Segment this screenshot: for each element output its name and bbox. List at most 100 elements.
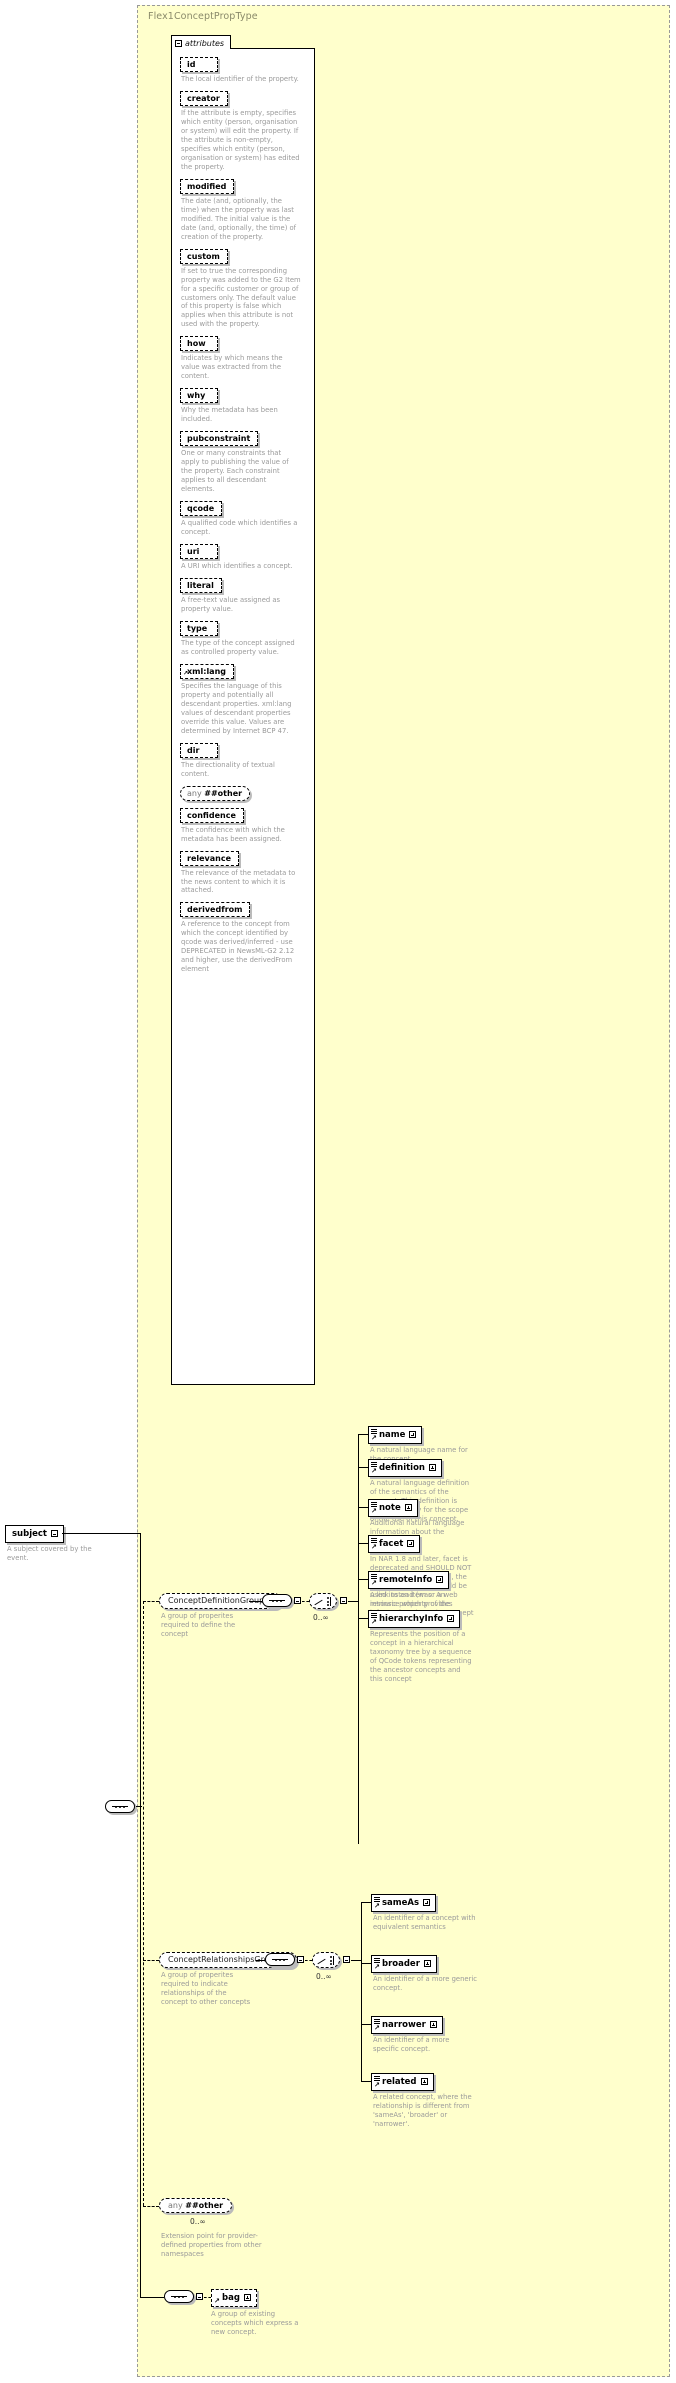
attribute-derivedfrom-box[interactable]: derivedfrom	[180, 902, 251, 918]
attribute-label: uri	[187, 547, 200, 556]
subject-label: subject	[12, 1528, 47, 1539]
attribute-xml-lang-box[interactable]: xml:lang ↗	[180, 663, 234, 679]
attribute-item: relevance The relevance of the metadata t…	[180, 850, 308, 896]
attribute-doc: Why the metadata has been included.	[181, 406, 278, 424]
element-expand-icon[interactable]	[420, 2078, 428, 2085]
attribute-relevance-box[interactable]: relevance	[180, 850, 240, 866]
element-facet[interactable]: ↗ facet	[368, 1535, 421, 1553]
element-remoteinfo[interactable]: ↗ remoteInfo	[368, 1571, 450, 1589]
reference-arrow-icon: ↗	[371, 1507, 377, 1515]
attribute-any-other-box[interactable]: any ##other	[180, 785, 251, 801]
attribute-literal-box[interactable]: literal	[180, 577, 222, 593]
any-other-occurrence: 0..∞	[190, 2217, 206, 2226]
attribute-id-box[interactable]: id	[180, 57, 218, 72]
bag-sequence-collapse-icon[interactable]	[196, 2293, 203, 2300]
element-definition[interactable]: ↗ definition	[368, 1459, 442, 1477]
attributes-panel: id The local identifier of the property. c…	[171, 48, 315, 1385]
concept-definition-sequence-node[interactable]	[262, 1594, 292, 1607]
connector-cdg-to-seq	[249, 1601, 262, 1602]
root-sequence-node[interactable]	[105, 1800, 135, 1813]
element-related[interactable]: ↗ related	[371, 2073, 434, 2091]
element-expand-icon[interactable]	[404, 1504, 412, 1511]
reference-arrow-icon: ↗	[214, 2297, 220, 2305]
concept-definition-sequence-collapse-icon[interactable]	[294, 1597, 301, 1604]
concept-relationships-sequence-collapse-icon[interactable]	[297, 1956, 304, 1963]
any-other-box[interactable]: any ##other	[159, 2198, 233, 2213]
attribute-label: derivedfrom	[187, 905, 243, 915]
attribute-doc: A free-text value assigned as property v…	[181, 595, 281, 613]
attribute-qcode-box[interactable]: qcode	[180, 501, 223, 517]
attribute-uri-box[interactable]: uri	[180, 544, 218, 559]
attribute-how-box[interactable]: how	[180, 336, 218, 352]
attribute-custom-box[interactable]: custom	[180, 248, 228, 264]
element-expand-icon[interactable]	[429, 2021, 437, 2028]
element-label: remoteInfo	[379, 1574, 433, 1585]
attribute-item: confidence The confidence with which the …	[180, 807, 308, 844]
element-expand-icon[interactable]	[447, 1615, 455, 1622]
element-doc: An identifier of a more specific concept…	[373, 2036, 450, 2053]
concept-relationships-choice-collapse-icon[interactable]	[343, 1956, 350, 1963]
concept-relationships-sequence-node[interactable]	[265, 1953, 295, 1966]
element-expand-icon[interactable]	[409, 1431, 417, 1438]
attribute-label: id	[187, 60, 196, 69]
connector-choice-to-cdg-children	[348, 1601, 358, 1602]
connector-to-concept-definition-group	[143, 1601, 159, 1602]
element-sameas[interactable]: ↗ sameAs	[371, 1894, 437, 1912]
attribute-label: why	[187, 391, 206, 401]
subject-box[interactable]: subject	[5, 1525, 64, 1543]
element-narrower[interactable]: ↗ narrower	[371, 2016, 443, 2034]
attribute-confidence-box[interactable]: confidence	[180, 807, 244, 823]
subject-collapse-icon[interactable]	[50, 1530, 58, 1537]
element-label: broader	[382, 1958, 420, 1969]
group-branch-spine	[143, 1601, 144, 2206]
attributes-tab[interactable]: attributes	[171, 35, 232, 49]
connector-seq-to-bag	[204, 2297, 211, 2298]
attributes-collapse-icon[interactable]	[175, 39, 182, 47]
element-broader[interactable]: ↗ broader	[371, 1955, 437, 1973]
type-title: Flex1ConceptPropType	[148, 11, 258, 22]
concept-definition-choice-node[interactable]	[309, 1593, 337, 1609]
element-label: definition	[379, 1462, 425, 1473]
element-doc: Represents the position of a concept in …	[370, 1630, 472, 1683]
element-expand-icon[interactable]	[436, 1576, 444, 1583]
subject-element[interactable]: subject	[5, 1525, 64, 1543]
reference-arrow-icon: ↗	[371, 1434, 377, 1442]
connector-spine-to-bag	[140, 2257, 141, 2297]
element-expand-icon[interactable]	[428, 1464, 436, 1471]
bag-expand-icon[interactable]	[243, 2294, 251, 2301]
attribute-doc: The local identifier of the property.	[181, 75, 299, 83]
concept-relationships-choice-node[interactable]	[312, 1952, 340, 1968]
element-hierarchyinfo[interactable]: ↗ hierarchyInfo	[368, 1610, 461, 1628]
attribute-doc: A URI which identifies a concept.	[181, 562, 293, 570]
concept-definition-group-doc: A group of properites required to define…	[161, 1612, 236, 1638]
connector-seq-right	[136, 1806, 142, 1807]
connector-bag-horizontal	[140, 2297, 164, 2298]
attribute-dir-box[interactable]: dir	[180, 742, 218, 758]
element-label: related	[382, 2076, 417, 2087]
connector-crg-to-seq	[256, 1960, 265, 1961]
element-expand-icon[interactable]	[407, 1540, 415, 1547]
element-doc: An identifier of a concept with equivale…	[373, 1914, 476, 1931]
concept-definition-occurrence: 0..∞	[313, 1613, 329, 1622]
attribute-type-box[interactable]: type	[180, 620, 218, 636]
element-note[interactable]: ↗ note	[368, 1499, 418, 1517]
attribute-doc: One or many constraints that apply to pu…	[181, 449, 289, 494]
element-expand-icon[interactable]	[423, 1960, 431, 1967]
attribute-label: custom	[187, 251, 220, 261]
attribute-why-box[interactable]: why	[180, 388, 218, 404]
attribute-modified-box[interactable]: modified	[180, 178, 235, 194]
attribute-doc: A qualified code which identifies a conc…	[181, 519, 298, 537]
attribute-creator-box[interactable]: creator	[180, 90, 228, 106]
attribute-item: derivedfrom A reference to the concept fr…	[180, 902, 308, 974]
element-expand-icon[interactable]	[423, 1899, 431, 1906]
main-spine	[140, 1533, 141, 2257]
concept-relationships-group-doc: A group of properites required to indica…	[161, 1971, 251, 2006]
attribute-doc: The relevance of the metadata to the new…	[181, 868, 296, 895]
attribute-item: why Why the metadata has been included.	[180, 388, 308, 424]
element-name[interactable]: ↗ name	[368, 1426, 423, 1444]
concept-definition-choice-collapse-icon[interactable]	[340, 1597, 347, 1604]
attribute-pubconstraint-box[interactable]: pubconstraint	[180, 431, 259, 447]
any-other-value: ##other	[185, 2201, 224, 2210]
bag-element[interactable]: ↗ bag	[211, 2289, 257, 2307]
bag-sequence-node[interactable]	[164, 2290, 194, 2303]
